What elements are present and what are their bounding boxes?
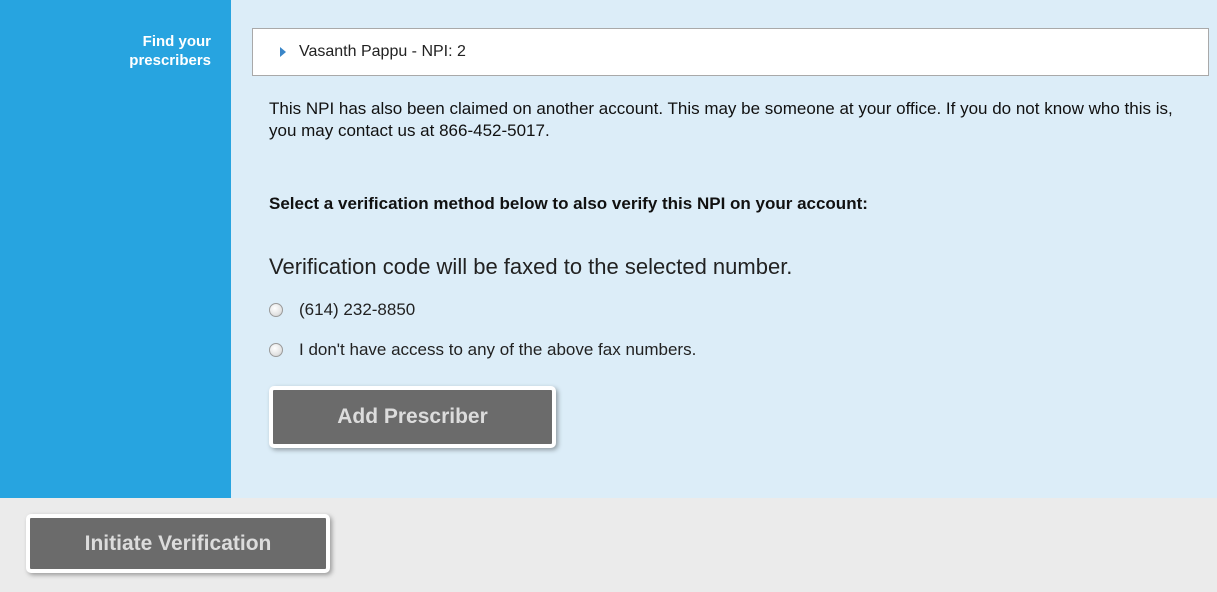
fax-note: Verification code will be faxed to the s… xyxy=(269,254,793,279)
page: Find your prescribers Vasanth Pappu - NP… xyxy=(0,0,1217,592)
prescriber-name: Vasanth Pappu - NPI: 2 xyxy=(299,43,466,60)
prescriber-item[interactable]: Vasanth Pappu - NPI: 2 xyxy=(252,28,1209,76)
initiate-verification-button[interactable]: Initiate Verification xyxy=(26,514,330,573)
expand-triangle-icon[interactable] xyxy=(280,47,286,57)
sidebar-label: Find your prescribers xyxy=(129,33,211,69)
sidebar: Find your prescribers xyxy=(0,0,231,498)
fax-option-1[interactable]: (614) 232-8850 xyxy=(269,300,415,320)
verification-instruction: Select a verification method below to al… xyxy=(269,194,868,213)
prescriber-section: Find your prescribers Vasanth Pappu - NP… xyxy=(0,0,1217,498)
main-panel: Vasanth Pappu - NPI: 2 This NPI has also… xyxy=(231,0,1217,498)
radio-button[interactable] xyxy=(269,343,283,357)
fax-option-no-access[interactable]: I don't have access to any of the above … xyxy=(269,340,696,360)
add-prescriber-button[interactable]: Add Prescriber xyxy=(269,386,556,448)
npi-claimed-notice: This NPI has also been claimed on anothe… xyxy=(269,99,1173,140)
fax-option-label: I don't have access to any of the above … xyxy=(299,340,697,359)
footer-bar: Initiate Verification xyxy=(0,498,1217,592)
fax-option-label: (614) 232-8850 xyxy=(299,300,416,319)
radio-button[interactable] xyxy=(269,303,283,317)
